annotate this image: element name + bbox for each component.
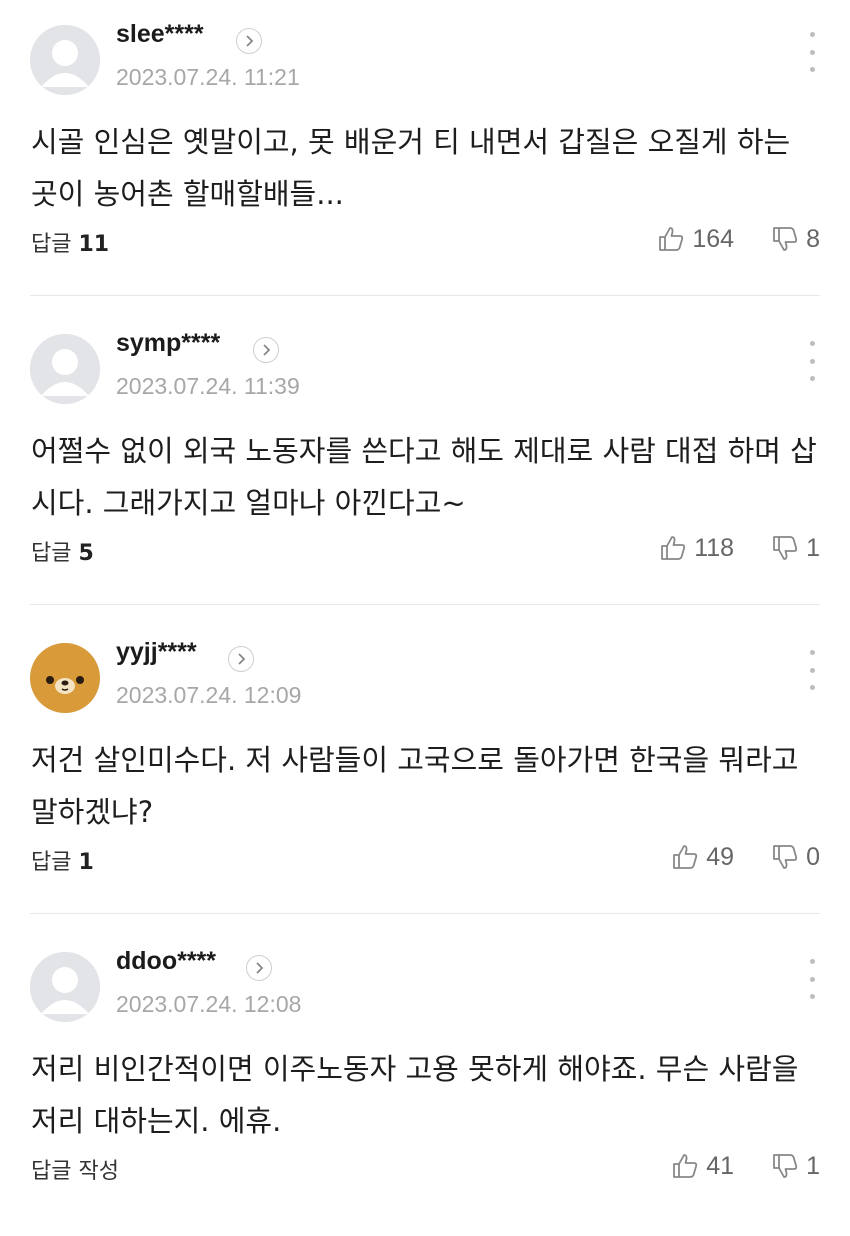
divider xyxy=(30,604,820,605)
like-count: 164 xyxy=(692,224,735,253)
dislike-count: 1 xyxy=(806,1151,820,1180)
vote-bar: 41 1 xyxy=(670,1149,820,1183)
dislike-button[interactable]: 1 xyxy=(770,533,820,563)
reply-count: 5 xyxy=(78,541,94,566)
chevron-right-icon[interactable] xyxy=(246,955,272,981)
reply-label: 답글 작성 xyxy=(31,1159,119,1184)
bear-profile-icon[interactable] xyxy=(30,643,100,713)
vote-bar: 118 1 xyxy=(658,531,820,565)
like-button[interactable]: 49 xyxy=(670,842,734,872)
more-options-icon[interactable] xyxy=(802,32,822,72)
dislike-count: 0 xyxy=(806,842,820,871)
comment-text: 어쩔수 없이 외국 노동자를 쓴다고 해도 제대로 사람 대접 하며 삽시다. … xyxy=(31,434,817,520)
comment-date: 2023.07.24. 11:39 xyxy=(116,373,300,399)
comment-item: ddoo**** 2023.07.24. 12:08 저리 비인간적이면 이주노… xyxy=(0,927,850,1236)
reply-label: 답글 xyxy=(31,541,72,566)
reply-button[interactable]: 답글 1 xyxy=(31,844,94,876)
dislike-count: 1 xyxy=(806,533,820,562)
thumbs-down-icon xyxy=(773,536,798,560)
comment-date: 2023.07.24. 12:08 xyxy=(116,991,302,1017)
reply-button[interactable]: 답글 5 xyxy=(31,535,94,567)
dislike-count: 8 xyxy=(806,224,820,253)
like-button[interactable]: 41 xyxy=(670,1151,734,1181)
default-profile-icon[interactable] xyxy=(30,952,100,1022)
like-button[interactable]: 118 xyxy=(658,533,734,563)
comment-nickname[interactable]: slee**** xyxy=(116,20,204,49)
reply-count: 11 xyxy=(78,232,110,257)
comment-text: 시골 인심은 옛말이고, 못 배운거 티 내면서 갑질은 오질게 하는 곳이 농… xyxy=(31,125,791,211)
like-count: 118 xyxy=(694,533,735,562)
reply-button[interactable]: 답글 11 xyxy=(31,226,109,258)
thumbs-up-icon xyxy=(661,536,686,560)
dislike-button[interactable]: 1 xyxy=(770,1151,820,1181)
dislike-button[interactable]: 8 xyxy=(770,224,820,254)
more-options-icon[interactable] xyxy=(802,650,822,690)
comment-date: 2023.07.24. 12:09 xyxy=(116,682,302,708)
dislike-button[interactable]: 0 xyxy=(770,842,820,872)
vote-bar: 49 0 xyxy=(670,840,820,874)
comment-text: 저리 비인간적이면 이주노동자 고용 못하게 해야죠. 무슨 사람을 저리 대하… xyxy=(31,1052,799,1138)
comment-item: yyjj**** 2023.07.24. 12:09 저건 살인미수다. 저 사… xyxy=(0,618,850,927)
comment-nickname[interactable]: ddoo**** xyxy=(116,947,216,976)
thumbs-down-icon xyxy=(773,227,798,251)
comment-item: slee**** 2023.07.24. 11:21 시골 인심은 옛말이고, … xyxy=(0,0,850,309)
chevron-right-icon[interactable] xyxy=(253,337,279,363)
thumbs-down-icon xyxy=(773,845,798,869)
more-options-icon[interactable] xyxy=(802,341,822,381)
comment-date: 2023.07.24. 11:21 xyxy=(116,64,300,90)
reply-label: 답글 xyxy=(31,232,72,257)
reply-count: 1 xyxy=(78,850,94,875)
reply-label: 답글 xyxy=(31,850,72,875)
comment-item: symp**** 2023.07.24. 11:39 어쩔수 없이 외국 노동자… xyxy=(0,309,850,618)
thumbs-down-icon xyxy=(773,1154,798,1178)
default-profile-icon[interactable] xyxy=(30,334,100,404)
thumbs-up-icon xyxy=(673,1154,698,1178)
thumbs-up-icon xyxy=(659,227,684,251)
comment-text: 저건 살인미수다. 저 사람들이 고국으로 돌아가면 한국을 뭐라고 말하겠냐? xyxy=(31,743,799,829)
chevron-right-icon[interactable] xyxy=(228,646,254,672)
like-count: 41 xyxy=(706,1151,735,1180)
divider xyxy=(30,295,820,296)
like-button[interactable]: 164 xyxy=(656,224,734,254)
vote-bar: 164 8 xyxy=(656,222,820,256)
default-profile-icon[interactable] xyxy=(30,25,100,95)
divider xyxy=(30,913,820,914)
chevron-right-icon[interactable] xyxy=(236,28,262,54)
comment-nickname[interactable]: symp**** xyxy=(116,329,220,358)
like-count: 49 xyxy=(706,842,735,871)
more-options-icon[interactable] xyxy=(802,959,822,999)
thumbs-up-icon xyxy=(673,845,698,869)
reply-button[interactable]: 답글 작성 xyxy=(31,1153,119,1185)
comment-nickname[interactable]: yyjj**** xyxy=(116,638,197,667)
